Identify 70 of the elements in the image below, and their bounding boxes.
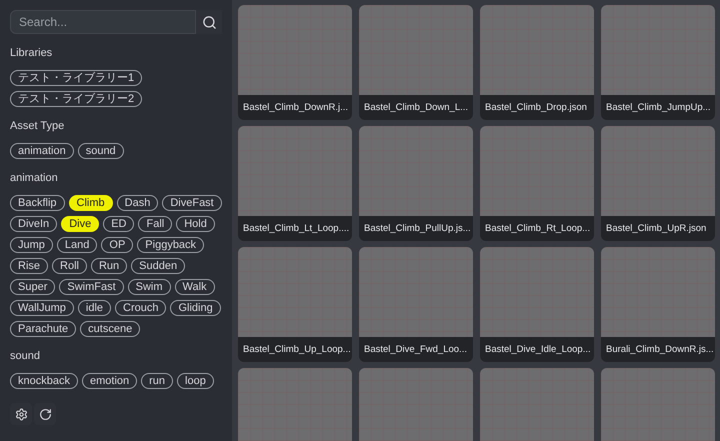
section-heading: animation <box>10 171 59 185</box>
refresh-button[interactable] <box>34 403 56 425</box>
search-icon <box>202 14 216 30</box>
asset-card[interactable]: Bastel_Climb_PullUp.js... <box>359 126 473 241</box>
filter-tag[interactable]: sound <box>78 143 124 159</box>
filter-tag[interactable]: Hold <box>176 216 215 232</box>
filter-tag[interactable]: OP <box>101 237 134 253</box>
settings-button[interactable] <box>10 403 32 425</box>
filter-tag[interactable]: DiveFast <box>162 195 222 211</box>
filter-tag[interactable]: Walk <box>174 279 215 295</box>
filter-tag[interactable]: cutscene <box>80 321 140 337</box>
filter-tag[interactable]: Swim <box>128 279 171 295</box>
filter-tag[interactable]: WallJump <box>10 300 74 316</box>
asset-card[interactable]: Bastel_Climb_Rt_Loop... <box>480 126 594 241</box>
filter-tag[interactable]: Dive <box>61 216 100 232</box>
filter-tag[interactable]: Super <box>10 279 56 295</box>
filter-tag[interactable]: DiveIn <box>10 216 58 232</box>
filter-tag[interactable]: Rise <box>10 258 48 274</box>
asset-card[interactable]: Bastel_Climb_DownR.j... <box>238 5 352 120</box>
filter-tag[interactable]: knockback <box>10 373 78 389</box>
section-heading: sound <box>10 349 41 363</box>
asset-card[interactable]: Bastel_Climb_JumpUp... <box>601 5 715 120</box>
filter-tag[interactable]: animation <box>10 143 74 159</box>
filter-tag[interactable]: loop <box>177 373 214 389</box>
asset-card[interactable]: Bastel_Climb_Drop.json <box>480 5 594 120</box>
asset-card[interactable]: Bastel_Dive_Fwd_Loo... <box>359 247 473 362</box>
filter-tag[interactable]: Fall <box>138 216 172 232</box>
refresh-icon <box>38 408 52 420</box>
filter-tag[interactable]: Gliding <box>170 300 221 316</box>
asset-name: Burali_Climb_DownR.js... <box>605 343 715 357</box>
asset-name: Bastel_Climb_JumpUp... <box>605 101 712 115</box>
filter-tag[interactable]: Crouch <box>115 300 166 316</box>
search-button[interactable] <box>196 10 222 34</box>
asset-name: Bastel_Climb_Up_Loop... <box>242 343 352 357</box>
filter-tag[interactable]: run <box>141 373 174 389</box>
asset-name: Bastel_Climb_Lt_Loop.... <box>242 222 350 236</box>
filter-tag[interactable]: Dash <box>116 195 158 211</box>
section-heading: Asset Type <box>10 119 66 133</box>
asset-card[interactable]: Burali_Climb_DownR.js... <box>601 247 715 362</box>
filter-tag[interactable]: Jump <box>10 237 53 253</box>
filter-tag[interactable]: Run <box>90 258 128 274</box>
filter-tag[interactable]: テスト・ライブラリー2 <box>10 91 142 107</box>
asset-name: Bastel_Dive_Fwd_Loo... <box>363 343 468 357</box>
search-field[interactable]: Search... <box>10 10 196 34</box>
settings-icon <box>14 408 28 420</box>
section-heading: Libraries <box>10 46 54 60</box>
filter-tag[interactable]: Sudden <box>131 258 186 274</box>
asset-card[interactable]: Bastel_Climb_UpR.json <box>601 126 715 241</box>
asset-card[interactable]: Bastel_Dive_Idle_Loop... <box>480 247 594 362</box>
asset-card[interactable]: Bastel_Climb_Lt_Loop.... <box>238 126 352 241</box>
asset-name: Bastel_Dive_Idle_Loop... <box>484 343 592 357</box>
asset-name: Bastel_Climb_Drop.json <box>484 101 588 115</box>
filter-tag[interactable]: Piggyback <box>137 237 204 253</box>
filter-tag[interactable]: Land <box>56 237 98 253</box>
filter-tag[interactable]: SwimFast <box>59 279 124 295</box>
asset-name: Bastel_Climb_UpR.json <box>605 222 708 236</box>
filter-tag[interactable]: Parachute <box>10 321 76 337</box>
asset-card[interactable]: Bastel_Climb_Up_Loop... <box>238 247 352 362</box>
asset-name: Bastel_Climb_PullUp.js... <box>363 222 472 236</box>
asset-name: Bastel_Climb_Rt_Loop... <box>484 222 592 236</box>
filter-tag[interactable]: Backflip <box>10 195 65 211</box>
filter-tag[interactable]: emotion <box>82 373 138 389</box>
filter-tag[interactable]: Roll <box>52 258 87 274</box>
filter-tag[interactable]: Climb <box>68 195 113 211</box>
filter-tag[interactable]: テスト・ライブラリー1 <box>10 70 142 86</box>
filter-tag[interactable]: idle <box>78 300 112 316</box>
asset-name: Bastel_Climb_DownR.j... <box>242 101 350 115</box>
filter-tag[interactable]: ED <box>103 216 134 232</box>
asset-name: Bastel_Climb_Down_L... <box>363 101 470 115</box>
asset-card[interactable]: Bastel_Climb_Down_L... <box>359 5 473 120</box>
